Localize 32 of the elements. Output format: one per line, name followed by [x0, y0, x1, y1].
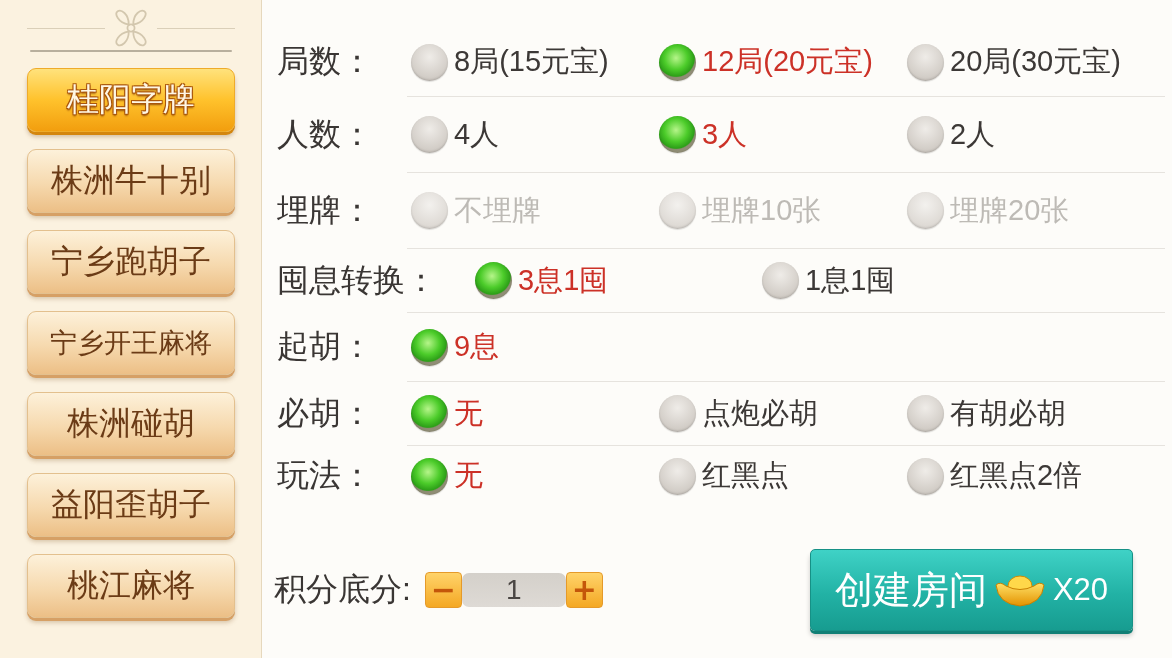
radio-option[interactable]: 20局(30元宝)	[907, 42, 1155, 82]
radio-option[interactable]: 3息1囤	[475, 260, 762, 301]
radio-option[interactable]: 无	[411, 456, 659, 496]
option-label: 玩法：	[277, 456, 373, 495]
option-label: 人数：	[277, 114, 373, 154]
radio-option[interactable]: 红黑点	[659, 456, 907, 496]
radio-option[interactable]: 点炮必胡	[659, 393, 907, 434]
radio-option[interactable]: 红黑点2倍	[907, 456, 1155, 496]
radio-option[interactable]: 有胡必胡	[907, 393, 1155, 434]
option-label: 局数：	[277, 42, 373, 81]
option-label: 必胡：	[277, 393, 373, 433]
radio-option[interactable]: 8局(15元宝)	[411, 42, 659, 82]
option-label: 囤息转换：	[277, 260, 437, 300]
radio-option[interactable]: 4人	[411, 114, 659, 155]
radio-option[interactable]: 2人	[907, 114, 1155, 155]
ingot-icon	[994, 573, 1045, 607]
radio-option[interactable]: 12局(20元宝)	[659, 42, 907, 82]
radio-option[interactable]: 3人	[659, 114, 907, 155]
score-field[interactable]: 1	[461, 573, 566, 607]
game-tab[interactable]: 株洲碰胡	[26, 392, 235, 456]
radio-option[interactable]: 1息1囤	[762, 260, 1049, 301]
game-tab[interactable]: 益阳歪胡子	[26, 473, 235, 537]
game-tab[interactable]: 桃江麻将	[26, 554, 235, 618]
cost-label: X20	[1052, 572, 1109, 608]
radio-option[interactable]: 9息	[411, 327, 659, 367]
game-tab[interactable]: 宁乡跑胡子	[26, 230, 235, 294]
option-label: 埋牌：	[277, 190, 373, 230]
game-tab[interactable]: 株洲牛十别	[26, 149, 235, 213]
option-label: 起胡：	[277, 327, 373, 366]
game-tab[interactable]: 宁乡开王麻将	[26, 311, 235, 375]
radio-option[interactable]: 无	[411, 393, 659, 434]
base-score-label: 积分底分:	[274, 570, 411, 609]
